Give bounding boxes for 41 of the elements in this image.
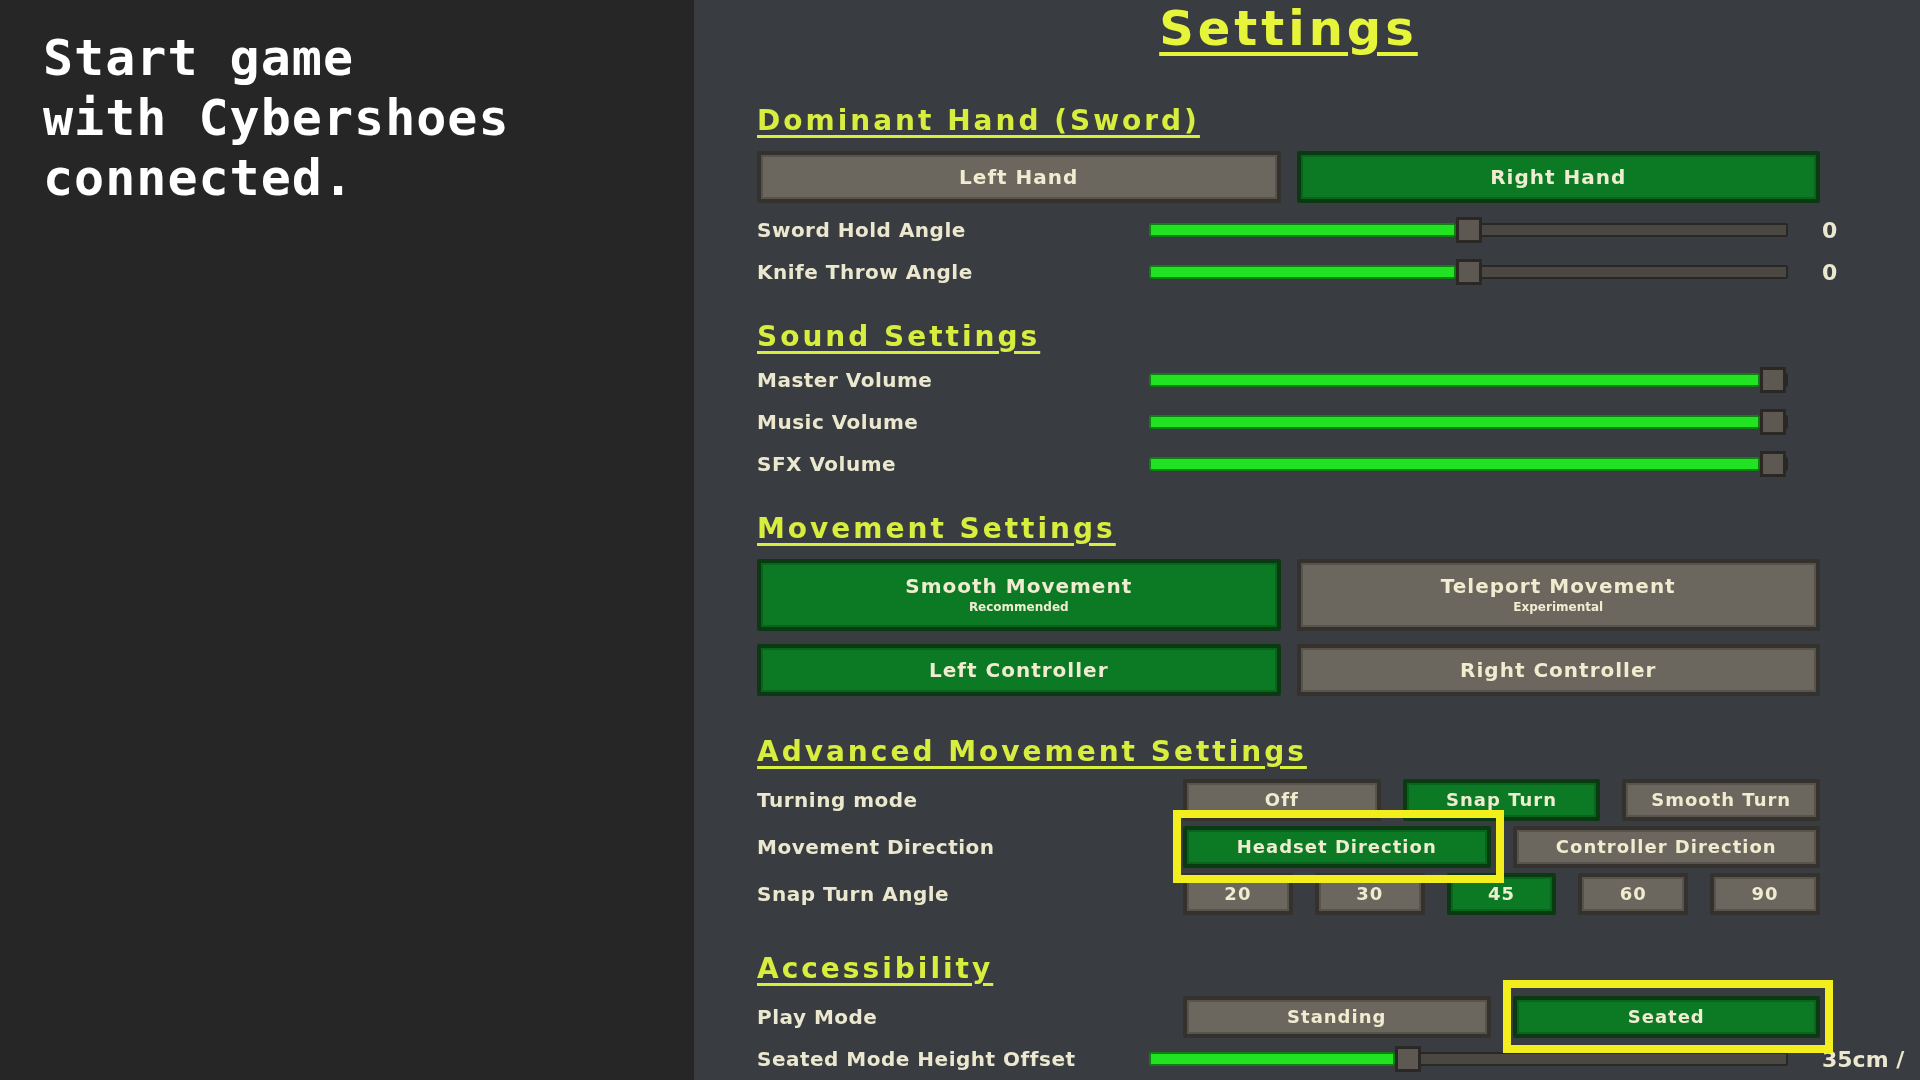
setting-label: Movement Direction	[757, 834, 996, 861]
caption-text: Start game with Cybershoes connected.	[43, 28, 510, 208]
setting-label: Play Mode	[757, 1004, 879, 1031]
option-button[interactable]: Teleport Movement Experimental	[1296, 559, 1820, 631]
section-heading: Advanced Movement Settings	[757, 734, 1307, 770]
option-button[interactable]: Standing	[1183, 996, 1491, 1038]
setting-label: Music Volume	[757, 409, 920, 436]
option-button[interactable]: Smooth Turn	[1622, 779, 1820, 821]
slider-thumb[interactable]	[1760, 451, 1786, 477]
setting-label: Snap Turn Angle	[757, 881, 951, 908]
section-heading: Movement Settings	[757, 511, 1116, 547]
slider-thumb[interactable]	[1760, 367, 1786, 393]
option-button[interactable]: Snap Turn	[1402, 779, 1601, 821]
setting-label: Knife Throw Angle	[757, 259, 974, 286]
section-heading: Dominant Hand (Sword)	[757, 103, 1200, 139]
slider-thumb[interactable]	[1394, 1046, 1421, 1072]
slider-thumb[interactable]	[1760, 409, 1786, 435]
option-button[interactable]: Smooth Movement Recommended	[757, 559, 1281, 631]
slider-thumb[interactable]	[1455, 259, 1482, 285]
option-button[interactable]: Left Hand	[757, 151, 1281, 203]
option-button[interactable]: Headset Direction	[1183, 826, 1491, 868]
setting-label: SFX Volume	[757, 451, 898, 478]
option-button[interactable]: 60	[1578, 873, 1689, 915]
option-button[interactable]: 90	[1710, 873, 1820, 915]
option-button[interactable]: Right Controller	[1296, 644, 1820, 696]
slider-thumb[interactable]	[1455, 217, 1482, 243]
setting-value: 35cm /	[1822, 1045, 1905, 1074]
setting-value: 0	[1822, 258, 1838, 287]
option-button[interactable]: Right Hand	[1296, 151, 1820, 203]
section-heading: Sound Settings	[757, 319, 1041, 355]
option-button[interactable]: Left Controller	[757, 644, 1281, 696]
setting-label: Sword Hold Angle	[757, 217, 967, 244]
setting-label: Seated Mode Height Offset	[757, 1046, 1077, 1073]
option-button[interactable]: 45	[1446, 873, 1557, 915]
option-button[interactable]: Seated	[1512, 996, 1820, 1038]
setting-value: 0	[1822, 216, 1838, 245]
setting-label: Turning mode	[757, 787, 919, 814]
option-button[interactable]: Controller Direction	[1512, 826, 1820, 868]
setting-label: Master Volume	[757, 367, 934, 394]
section-heading: Accessibility	[757, 951, 994, 987]
settings-title: Settings	[1159, 0, 1418, 56]
